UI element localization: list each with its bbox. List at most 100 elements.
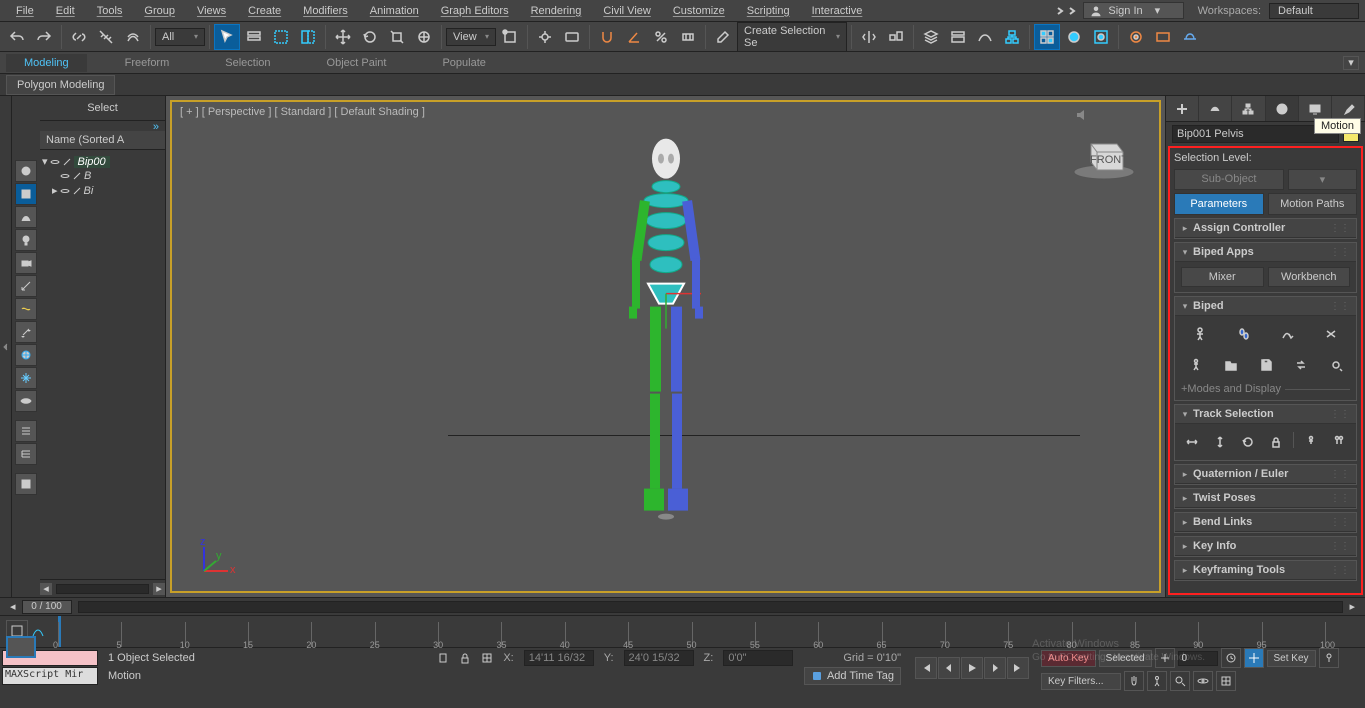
auto-key-button[interactable]: Auto Key (1041, 650, 1096, 667)
rollout-assign-controller[interactable]: ▸Assign Controller⋮⋮ (1175, 219, 1356, 238)
goto-start-button[interactable] (915, 657, 937, 679)
next-frame-button[interactable] (984, 657, 1006, 679)
layer-explorer-button[interactable] (918, 24, 944, 50)
track-rot-icon[interactable] (1237, 432, 1259, 452)
menu-edit[interactable]: Edit (46, 2, 85, 20)
add-time-tag-button[interactable]: Add Time Tag (804, 667, 901, 685)
slate-material-button[interactable] (1061, 24, 1087, 50)
menu-views[interactable]: Views (187, 2, 236, 20)
goto-end-button[interactable] (1007, 657, 1029, 679)
bind-button[interactable] (120, 24, 146, 50)
motion-flow-icon[interactable] (1276, 324, 1298, 344)
mirror-button[interactable] (856, 24, 882, 50)
footstep-mode-icon[interactable] (1233, 324, 1255, 344)
selected-button[interactable]: Selected (1099, 650, 1152, 667)
play-button[interactable] (961, 657, 983, 679)
sub-object-button[interactable]: Sub-Object (1174, 169, 1284, 190)
hscroll-right[interactable]: ▸ (153, 583, 165, 595)
rollout-biped[interactable]: ▾Biped⋮⋮ (1175, 297, 1356, 316)
placement-button[interactable] (411, 24, 437, 50)
mixer-mode-icon[interactable] (1320, 324, 1342, 344)
nav-walk-icon[interactable] (1147, 671, 1167, 691)
time-config-icon[interactable] (1221, 648, 1241, 668)
workspace-dropdown[interactable]: Default (1269, 3, 1359, 19)
figure-mode-icon[interactable] (1189, 324, 1211, 344)
isolate-icon[interactable] (459, 652, 471, 664)
pivot-button[interactable] (497, 24, 523, 50)
track-body-icon[interactable] (1300, 432, 1322, 452)
save-file-icon[interactable] (1255, 355, 1277, 375)
edit-named-button[interactable] (710, 24, 736, 50)
ribbon-tab-freeform[interactable]: Freeform (107, 54, 188, 72)
menu-file[interactable]: File (6, 2, 44, 20)
cmd-tab-create[interactable] (1166, 96, 1199, 121)
ribbon-tab-objectpaint[interactable]: Object Paint (309, 54, 405, 72)
frame-spinner[interactable]: 0 (1178, 651, 1218, 666)
display-list-icon[interactable] (15, 420, 37, 442)
spinner-snap-button[interactable] (675, 24, 701, 50)
menu-scripting[interactable]: Scripting (737, 2, 800, 20)
selection-filter-dropdown[interactable]: All▾ (155, 28, 205, 46)
unlink-button[interactable] (93, 24, 119, 50)
menu-animation[interactable]: Animation (360, 2, 429, 20)
nav-orbit-icon[interactable] (1193, 671, 1213, 691)
menu-interactive[interactable]: Interactive (802, 2, 873, 20)
maxscript-listener[interactable]: MAXScript Mir (2, 667, 98, 685)
prev-frame-button[interactable] (938, 657, 960, 679)
menu-overflow-arrows[interactable] (1055, 6, 1077, 16)
menu-civilview[interactable]: Civil View (593, 2, 660, 20)
menu-group[interactable]: Group (134, 2, 185, 20)
track-lock-icon[interactable] (1265, 432, 1287, 452)
render-setup-button[interactable] (1123, 24, 1149, 50)
key-filters-button[interactable]: Key Filters... (1041, 673, 1121, 690)
tree-row-child1[interactable]: B (42, 169, 163, 183)
rect-region-button[interactable] (268, 24, 294, 50)
coord-x[interactable]: 14'11 16/32 (524, 650, 594, 666)
render-button[interactable] (1177, 24, 1203, 50)
menu-tools[interactable]: Tools (87, 2, 133, 20)
rotate-button[interactable] (357, 24, 383, 50)
frame-track[interactable] (78, 601, 1344, 613)
menu-create[interactable]: Create (238, 2, 291, 20)
convert-icon[interactable] (1290, 355, 1312, 375)
hscroll-left[interactable]: ◂ (40, 583, 52, 595)
rollout-track-selection[interactable]: ▾Track Selection⋮⋮ (1175, 405, 1356, 424)
parameters-button[interactable]: Parameters (1174, 193, 1264, 215)
ribbon-sub-polymodeling[interactable]: Polygon Modeling (6, 75, 115, 95)
frame-scroll-right[interactable]: ▸ (1349, 600, 1355, 613)
ref-coord-dropdown[interactable]: View▾ (446, 28, 496, 46)
rollout-biped-apps[interactable]: ▾Biped Apps⋮⋮ (1175, 243, 1356, 262)
viewport-thumbnail[interactable] (6, 636, 36, 658)
percent-snap-button[interactable] (648, 24, 674, 50)
rollout-bend-links[interactable]: ▸Bend Links⋮⋮ (1175, 513, 1356, 532)
undo-button[interactable] (4, 24, 30, 50)
angle-snap-button[interactable] (621, 24, 647, 50)
display-all-icon[interactable] (15, 160, 37, 182)
track-vert-icon[interactable] (1209, 432, 1231, 452)
hscroll-track[interactable] (56, 584, 149, 594)
select-object-button[interactable] (214, 24, 240, 50)
move-button[interactable] (330, 24, 356, 50)
timeline-ruler[interactable]: 0510152025303540455055606570758085909510… (58, 616, 1325, 647)
rollout-key-info[interactable]: ▸Key Info⋮⋮ (1175, 537, 1356, 556)
display-frozen-icon[interactable] (15, 367, 37, 389)
viewport[interactable]: [ + ] [ Perspective ] [ Standard ] [ Def… (170, 100, 1161, 593)
display-shapes-icon[interactable] (15, 206, 37, 228)
display-bone-icon[interactable] (15, 321, 37, 343)
move-all-icon[interactable] (1325, 355, 1347, 375)
toggle-ribbon-button[interactable] (945, 24, 971, 50)
frame-slider[interactable]: 0 / 100 (22, 600, 72, 614)
biped-playback-icon[interactable] (1185, 355, 1207, 375)
ribbon-tab-populate[interactable]: Populate (424, 54, 503, 72)
frame-scroll-left[interactable]: ◂ (10, 600, 16, 613)
display-container-icon[interactable] (15, 344, 37, 366)
named-selection-dropdown[interactable]: Create Selection Se▾ (737, 22, 847, 52)
nav-pan-icon[interactable] (1124, 671, 1144, 691)
grid-icon[interactable] (481, 652, 493, 664)
expand-panel-icon[interactable]: » (40, 121, 165, 131)
material-editor-button[interactable] (1034, 24, 1060, 50)
curve-editor-button[interactable] (972, 24, 998, 50)
cmd-tab-hierarchy[interactable] (1232, 96, 1265, 121)
scene-tree[interactable]: ▾ Bip00 B ▸ Bi (40, 150, 165, 579)
sub-object-dropdown[interactable]: ▾ (1288, 169, 1357, 190)
